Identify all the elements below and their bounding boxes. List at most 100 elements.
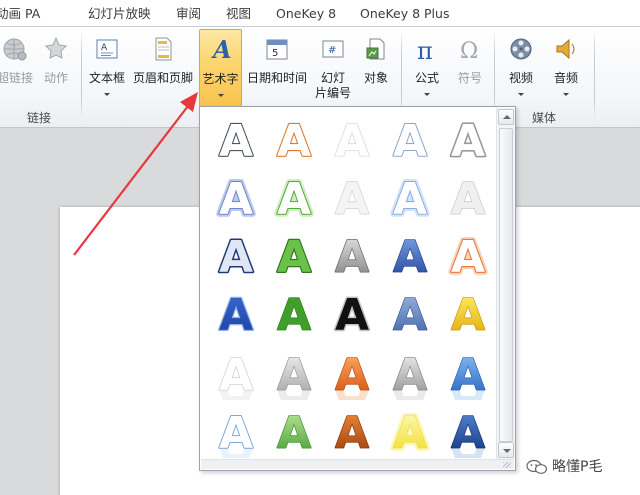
svg-text:A: A — [219, 290, 253, 340]
wordart-style-yellow-glow[interactable]: AA — [383, 404, 437, 458]
wordart-style-glow-green[interactable]: AA — [267, 170, 321, 224]
tab-onekey8-plus[interactable]: OneKey 8 Plus — [360, 4, 449, 24]
wordart-style-blue-outline-glow[interactable]: A — [209, 286, 263, 340]
film-reel-icon — [510, 38, 532, 60]
wordart-style-green-stripe[interactable]: A — [267, 404, 321, 458]
resize-grip-icon[interactable] — [503, 462, 511, 468]
header-footer-button[interactable]: 页眉和页脚 — [130, 31, 196, 107]
svg-text:A: A — [219, 408, 253, 458]
tab-slideshow[interactable]: 幻灯片放映 — [88, 4, 151, 24]
tab-review[interactable]: 审阅 — [176, 4, 201, 24]
tab-animation[interactable]: 动画 PA — [0, 4, 40, 24]
video-button[interactable]: 视频 — [500, 31, 542, 107]
svg-text:A: A — [451, 232, 485, 282]
svg-text:A: A — [393, 232, 427, 282]
tab-onekey8[interactable]: OneKey 8 — [276, 4, 336, 24]
svg-text:A: A — [451, 174, 485, 224]
audio-button[interactable]: 音频 — [546, 31, 586, 107]
wordart-style-black-white-outline[interactable]: A — [325, 286, 379, 341]
wordart-a-glyph-icon: A — [218, 115, 254, 166]
wordart-style-blue-steel[interactable]: A — [383, 286, 437, 340]
svg-text:A: A — [335, 174, 369, 224]
tab-view[interactable]: 视图 — [226, 4, 251, 24]
wordart-style-orange-glow[interactable]: AA — [441, 228, 495, 282]
wordart-style-reflect-gray[interactable]: AA — [383, 346, 437, 400]
svg-text:A: A — [211, 35, 232, 62]
wordart-style-faint-gray-2[interactable]: A — [441, 170, 495, 224]
action-label: 动作 — [43, 71, 68, 85]
textbox-button[interactable]: A 文本框 — [86, 31, 128, 107]
wordart-style-faint-gray[interactable]: A — [325, 170, 379, 224]
scroll-down-button[interactable] — [498, 442, 514, 458]
wordart-a-glyph-icon: A — [392, 289, 427, 340]
wordart-style-solid-green[interactable]: A — [267, 286, 321, 340]
gallery-resize-footer[interactable] — [201, 459, 514, 469]
svg-text:A: A — [277, 116, 311, 166]
svg-text:A: A — [101, 43, 108, 53]
wordart-style-gray-gradient[interactable]: A — [325, 228, 379, 282]
wordart-style-reflect-orange[interactable]: AA — [325, 346, 379, 400]
wordart-button[interactable]: A 艺术字 — [199, 29, 242, 107]
pi-icon: π — [417, 37, 433, 63]
wordart-style-outline-gray[interactable]: A — [209, 112, 263, 166]
wordart-a-glyph-icon: A — [218, 289, 254, 340]
wordart-style-green-bevel[interactable]: A — [267, 228, 321, 282]
wordart-style-light-blue-reflect[interactable]: AA — [209, 404, 263, 458]
wordart-style-orange-brown[interactable]: A — [325, 404, 379, 458]
wordart-a-glyph-icon: A — [449, 114, 486, 166]
hyperlink-button[interactable]: 超链接 — [0, 31, 36, 107]
wordart-a-glyph-icon: AA — [274, 171, 314, 224]
wordart-style-glow-blue[interactable]: AA — [209, 170, 263, 224]
scroll-thumb[interactable] — [499, 128, 513, 442]
datetime-button[interactable]: 5 日期和时间 — [244, 31, 310, 107]
wordart-style-outline-faint[interactable]: A — [325, 112, 379, 166]
wordart-style-outline-gray-bold[interactable]: A — [441, 112, 495, 166]
chevron-down-icon — [217, 94, 224, 97]
svg-text:A: A — [277, 290, 311, 340]
wordart-style-reflect-white[interactable]: AA — [209, 346, 263, 400]
chevron-down-icon — [104, 93, 110, 96]
wordart-a-glyph-icon: A — [276, 407, 312, 458]
equation-button[interactable]: π 公式 — [407, 31, 447, 107]
gallery-scrollbar[interactable] — [496, 108, 515, 459]
wordart-a-glyph-icon: AA — [390, 171, 430, 224]
wordart-style-gold-gradient[interactable]: A — [441, 286, 495, 340]
object-icon — [366, 38, 385, 60]
wechat-icon — [526, 459, 548, 474]
omega-icon: Ω — [460, 39, 478, 63]
wordart-style-blue-gradient[interactable]: A — [383, 228, 437, 282]
wordart-gallery: AAAAAAAAAAAAAAAAAAAAAAAAAAAAAAAAAAAAAAAA… — [199, 106, 516, 471]
wordart-a-glyph-icon: AA — [450, 407, 485, 458]
svg-text:A: A — [393, 290, 427, 340]
svg-text:#: # — [328, 45, 336, 56]
wordart-a-glyph-icon: A — [392, 231, 427, 282]
wordart-a-glyph-icon: A — [450, 289, 485, 340]
wordart-style-reflect-silver[interactable]: AA — [267, 346, 321, 400]
symbol-button[interactable]: Ω 符号 — [450, 31, 490, 107]
wordart-style-dark-blue-3d[interactable]: AA — [441, 404, 495, 458]
group-separator — [81, 31, 82, 123]
video-label: 视频 — [508, 71, 533, 85]
wordart-style-glow-lightblue[interactable]: AA — [383, 170, 437, 224]
svg-text:A: A — [393, 408, 427, 458]
action-button[interactable]: 动作 — [38, 31, 74, 107]
page-icon — [155, 37, 172, 61]
svg-text:A: A — [277, 350, 311, 400]
wordart-style-outline-blue[interactable]: A — [383, 112, 437, 166]
symbol-label: 符号 — [457, 71, 482, 85]
wordart-a-glyph-icon: AA — [216, 171, 256, 224]
wordart-label: 艺术字 — [202, 72, 239, 86]
scroll-up-button[interactable] — [498, 109, 514, 125]
chevron-down-icon — [563, 93, 569, 96]
wordart-style-reflect-blue[interactable]: AA — [441, 346, 495, 400]
wordart-style-outline-orange[interactable]: A — [267, 112, 321, 166]
textbox-icon: A — [96, 39, 118, 59]
object-button[interactable]: 对象 — [356, 31, 396, 107]
svg-text:A: A — [219, 116, 253, 166]
wordart-style-navy-bevel[interactable]: A — [209, 228, 263, 283]
slide-number-label-line2: 片编号 — [314, 86, 351, 100]
svg-text:A: A — [393, 116, 427, 166]
wordart-gallery-grid: AAAAAAAAAAAAAAAAAAAAAAAAAAAAAAAAAAAAAAAA… — [201, 108, 496, 460]
slide-number-button[interactable]: # 幻灯 片编号 — [312, 31, 354, 107]
equation-label: 公式 — [414, 71, 439, 85]
